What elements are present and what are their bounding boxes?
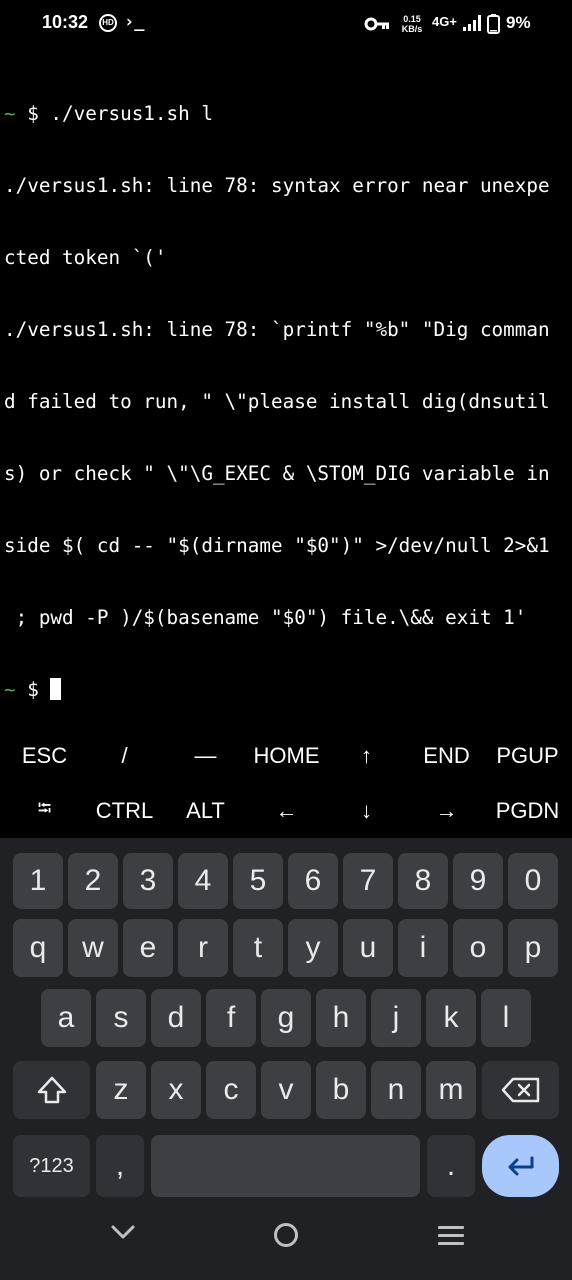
key-w[interactable]: w (68, 919, 118, 977)
terminal-icon: ›_ (124, 12, 145, 32)
prompt-tilde: ~ (4, 678, 16, 701)
key-k[interactable]: k (426, 989, 476, 1047)
key-v[interactable]: v (261, 1061, 311, 1119)
key-t[interactable]: t (233, 919, 283, 977)
key-s[interactable]: s (96, 989, 146, 1047)
key-c[interactable]: c (206, 1061, 256, 1119)
extra-keys-bar: ESC / — HOME ↑ END PGUP ⭾ CTRL ALT ← ↓ →… (0, 728, 572, 838)
key-m[interactable]: m (426, 1061, 476, 1119)
tab-key[interactable]: ⭾ (4, 783, 85, 838)
esc-key[interactable]: ESC (4, 728, 85, 783)
key-9[interactable]: 9 (453, 853, 503, 909)
key-u[interactable]: u (343, 919, 393, 977)
status-bar: 10:32 HD ›_ 0.15 KB/s 4G+ 9% (0, 0, 572, 48)
enter-key[interactable] (482, 1135, 559, 1197)
network-type: 4G+ (432, 14, 457, 29)
arrow-up-key[interactable]: ↑ (326, 728, 407, 783)
key-g[interactable]: g (261, 989, 311, 1047)
key-3[interactable]: 3 (123, 853, 173, 909)
period-key[interactable]: . (427, 1135, 475, 1197)
key-z[interactable]: z (96, 1061, 146, 1119)
output-line: cted token `(' (4, 246, 167, 269)
key-a[interactable]: a (41, 989, 91, 1047)
key-8[interactable]: 8 (398, 853, 448, 909)
key-q[interactable]: q (13, 919, 63, 977)
backspace-icon (501, 1077, 539, 1103)
key-o[interactable]: o (453, 919, 503, 977)
terminal-cursor (50, 678, 62, 700)
vpn-key-icon (364, 16, 390, 35)
battery-level: 9% (506, 13, 531, 32)
key-r[interactable]: r (178, 919, 228, 977)
output-line: side $( cd -- "$(dirname "$0")" >/dev/nu… (4, 534, 550, 557)
prompt-line: ~ $ (4, 678, 568, 702)
key-d[interactable]: d (151, 989, 201, 1047)
key-6[interactable]: 6 (288, 853, 338, 909)
terminal-output[interactable]: ~ $ ./versus1.sh l ./versus1.sh: line 78… (4, 54, 568, 726)
key-j[interactable]: j (371, 989, 421, 1047)
command-line: ~ $ ./versus1.sh l (4, 102, 568, 126)
arrow-right-key[interactable]: → (406, 783, 487, 838)
signal-strength-icon (463, 15, 481, 35)
command-text: $ ./versus1.sh l (15, 102, 213, 125)
key-p[interactable]: p (508, 919, 558, 977)
output-line: ; pwd -P )/$(basename "$0") file.\&& exi… (4, 606, 527, 629)
pgup-key[interactable]: PGUP (487, 728, 568, 783)
key-4[interactable]: 4 (178, 853, 228, 909)
prompt-symbol: $ (15, 678, 51, 701)
key-x[interactable]: x (151, 1061, 201, 1119)
arrow-down-key[interactable]: ↓ (326, 783, 407, 838)
enter-arrow-icon (508, 1156, 533, 1176)
key-5[interactable]: 5 (233, 853, 283, 909)
hd-icon: HD (99, 14, 117, 32)
key-n[interactable]: n (371, 1061, 421, 1119)
nav-home-icon[interactable] (273, 1222, 299, 1252)
alt-key[interactable]: ALT (165, 783, 246, 838)
status-time: 10:32 (42, 12, 89, 32)
key-l[interactable]: l (481, 989, 531, 1047)
backspace-key[interactable] (482, 1061, 559, 1119)
key-i[interactable]: i (398, 919, 448, 977)
nav-back-chevron-icon[interactable] (111, 1224, 135, 1244)
key-f[interactable]: f (206, 989, 256, 1047)
slash-key[interactable]: / (84, 728, 165, 783)
network-speed-unit: KB/s (401, 24, 423, 34)
dash-key[interactable]: — (165, 728, 246, 783)
network-speed: 0.15 KB/s (399, 14, 425, 34)
prompt-tilde: ~ (4, 102, 16, 125)
key-0[interactable]: 0 (508, 853, 558, 909)
key-h[interactable]: h (316, 989, 366, 1047)
key-y[interactable]: y (288, 919, 338, 977)
output-line: ./versus1.sh: line 78: `printf "%b" "Dig… (4, 318, 550, 341)
battery-icon (487, 14, 500, 38)
home-key[interactable]: HOME (246, 728, 327, 783)
symbols-key[interactable]: ?123 (13, 1135, 90, 1197)
output-line: ./versus1.sh: line 78: syntax error near… (4, 174, 550, 197)
pgdn-key[interactable]: PGDN (487, 783, 568, 838)
soft-keyboard: 1 2 3 4 5 6 7 8 9 0 q w e r t y u i o p … (0, 838, 572, 1280)
arrow-left-key[interactable]: ← (246, 783, 327, 838)
ctrl-key[interactable]: CTRL (84, 783, 165, 838)
key-1[interactable]: 1 (13, 853, 63, 909)
spacebar[interactable] (151, 1135, 420, 1197)
shift-arrow-icon (37, 1076, 66, 1104)
key-b[interactable]: b (316, 1061, 366, 1119)
output-line: s) or check " \"\G_EXEC & \STOM_DIG vari… (4, 462, 550, 485)
key-2[interactable]: 2 (68, 853, 118, 909)
output-line: d failed to run, " \"please install dig(… (4, 390, 550, 413)
comma-key[interactable]: , (96, 1135, 144, 1197)
end-key[interactable]: END (406, 728, 487, 783)
key-e[interactable]: e (123, 919, 173, 977)
shift-key[interactable] (13, 1061, 90, 1119)
key-7[interactable]: 7 (343, 853, 393, 909)
network-speed-value: 0.15 (403, 14, 421, 24)
nav-recents-menu-icon[interactable] (438, 1226, 464, 1250)
